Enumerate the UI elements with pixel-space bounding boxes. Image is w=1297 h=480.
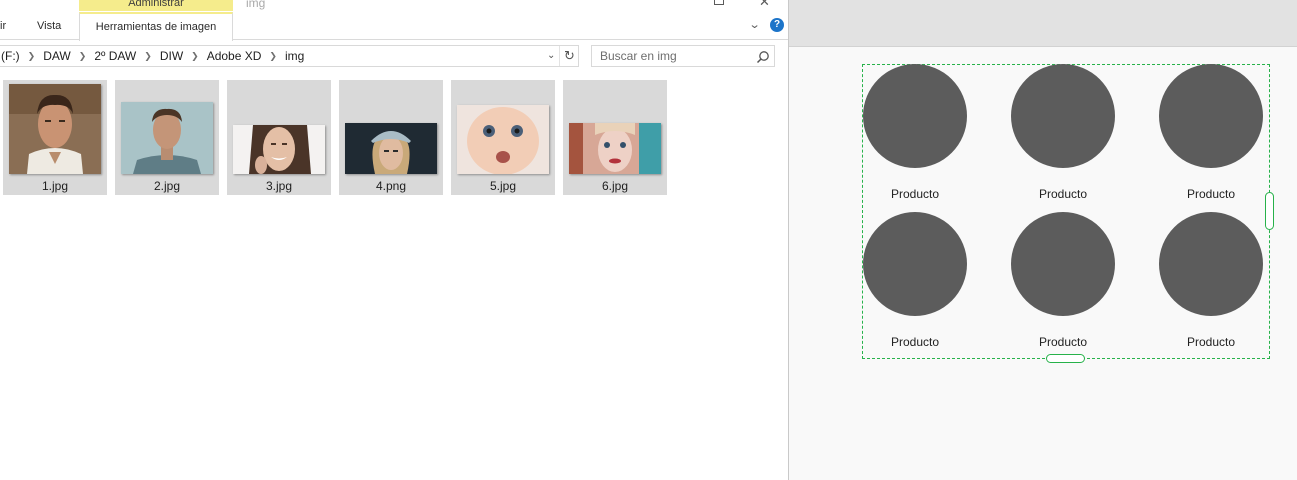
image-thumbnail bbox=[9, 84, 101, 174]
repeat-grid-handle-bottom[interactable] bbox=[1046, 354, 1085, 363]
product-card[interactable]: Producto bbox=[863, 212, 967, 349]
file-name: 5.jpg bbox=[489, 179, 517, 193]
product-image-placeholder[interactable] bbox=[863, 64, 967, 168]
chevron-right-icon[interactable]: ❯ bbox=[191, 51, 199, 62]
image-thumbnail bbox=[569, 123, 661, 174]
product-card[interactable]: Producto bbox=[1011, 64, 1115, 201]
product-label[interactable]: Producto bbox=[1159, 335, 1263, 349]
search-input[interactable] bbox=[592, 46, 752, 66]
product-card[interactable]: Producto bbox=[1011, 212, 1115, 349]
close-icon[interactable]: ✕ bbox=[759, 0, 770, 10]
product-label[interactable]: Producto bbox=[863, 187, 967, 201]
file-explorer-window: Administrar img ir Vista Herramientas de… bbox=[0, 0, 789, 480]
maximize-button[interactable] bbox=[714, 0, 724, 5]
ribbon-context-header: Administrar bbox=[79, 0, 233, 11]
file-item[interactable]: 4.png bbox=[339, 80, 443, 195]
file-item[interactable]: 3.jpg bbox=[227, 80, 331, 195]
product-label[interactable]: Producto bbox=[1011, 335, 1115, 349]
product-card[interactable]: Producto bbox=[863, 64, 967, 201]
breadcrumb: (F:) ❯ DAW ❯ 2º DAW ❯ DIW ❯ Adobe XD ❯ img bbox=[1, 49, 304, 63]
breadcrumb-item-2-daw[interactable]: 2º DAW bbox=[94, 49, 136, 63]
repeat-grid-handle-right[interactable] bbox=[1265, 192, 1274, 230]
window-title: img bbox=[246, 0, 266, 10]
tab-vista[interactable]: Vista bbox=[37, 20, 61, 32]
xd-canvas[interactable]: Producto Producto Producto Producto Prod… bbox=[789, 0, 1297, 480]
product-label[interactable]: Producto bbox=[1159, 187, 1263, 201]
chevron-right-icon[interactable]: ❯ bbox=[269, 51, 277, 62]
search-icon[interactable] bbox=[756, 50, 770, 64]
product-image-placeholder[interactable] bbox=[1011, 212, 1115, 316]
chevron-right-icon[interactable]: ❯ bbox=[79, 51, 87, 62]
repeat-grid-selection[interactable]: Producto Producto Producto Producto Prod… bbox=[862, 64, 1270, 359]
file-name: 4.png bbox=[375, 179, 407, 193]
file-item[interactable]: 5.jpg bbox=[451, 80, 555, 195]
file-item[interactable]: 6.jpg bbox=[563, 80, 667, 195]
product-image-placeholder[interactable] bbox=[1159, 64, 1263, 168]
image-thumbnail bbox=[233, 125, 325, 174]
product-label[interactable]: Producto bbox=[863, 335, 967, 349]
breadcrumb-item-diw[interactable]: DIW bbox=[160, 49, 183, 63]
breadcrumb-item-drive[interactable]: (F:) bbox=[1, 49, 20, 63]
help-icon[interactable]: ? bbox=[770, 18, 784, 32]
breadcrumb-item-img[interactable]: img bbox=[285, 49, 304, 63]
tab-archivo[interactable]: ir bbox=[0, 20, 6, 32]
chevron-down-icon[interactable]: ⌄ bbox=[547, 50, 555, 61]
product-image-placeholder[interactable] bbox=[1011, 64, 1115, 168]
chevron-right-icon[interactable]: ❯ bbox=[28, 51, 36, 62]
tab-herramientas-de-imagen[interactable]: Herramientas de imagen bbox=[79, 12, 233, 41]
file-name: 1.jpg bbox=[41, 179, 69, 193]
file-name: 2.jpg bbox=[153, 179, 181, 193]
product-card[interactable]: Producto bbox=[1159, 212, 1263, 349]
search-box[interactable] bbox=[591, 45, 775, 67]
breadcrumb-item-adobe-xd[interactable]: Adobe XD bbox=[207, 49, 262, 63]
product-image-placeholder[interactable] bbox=[1159, 212, 1263, 316]
address-bar[interactable]: (F:) ❯ DAW ❯ 2º DAW ❯ DIW ❯ Adobe XD ❯ img ⌄ ↻ bbox=[0, 45, 579, 67]
file-item[interactable]: 1.jpg bbox=[3, 80, 107, 195]
file-name: 3.jpg bbox=[265, 179, 293, 193]
xd-toolbar bbox=[789, 0, 1297, 47]
product-label[interactable]: Producto bbox=[1011, 187, 1115, 201]
product-card[interactable]: Producto bbox=[1159, 64, 1263, 201]
chevron-down-icon[interactable]: ⌄ bbox=[749, 18, 761, 31]
chevron-right-icon[interactable]: ❯ bbox=[144, 51, 152, 62]
ribbon: Administrar img ir Vista Herramientas de… bbox=[0, 0, 788, 41]
refresh-icon[interactable]: ↻ bbox=[559, 46, 579, 66]
breadcrumb-item-daw[interactable]: DAW bbox=[43, 49, 71, 63]
image-thumbnail bbox=[345, 123, 437, 174]
image-thumbnail bbox=[121, 102, 213, 174]
file-name: 6.jpg bbox=[601, 179, 629, 193]
file-item[interactable]: 2.jpg bbox=[115, 80, 219, 195]
product-image-placeholder[interactable] bbox=[863, 212, 967, 316]
image-thumbnail bbox=[457, 105, 549, 174]
